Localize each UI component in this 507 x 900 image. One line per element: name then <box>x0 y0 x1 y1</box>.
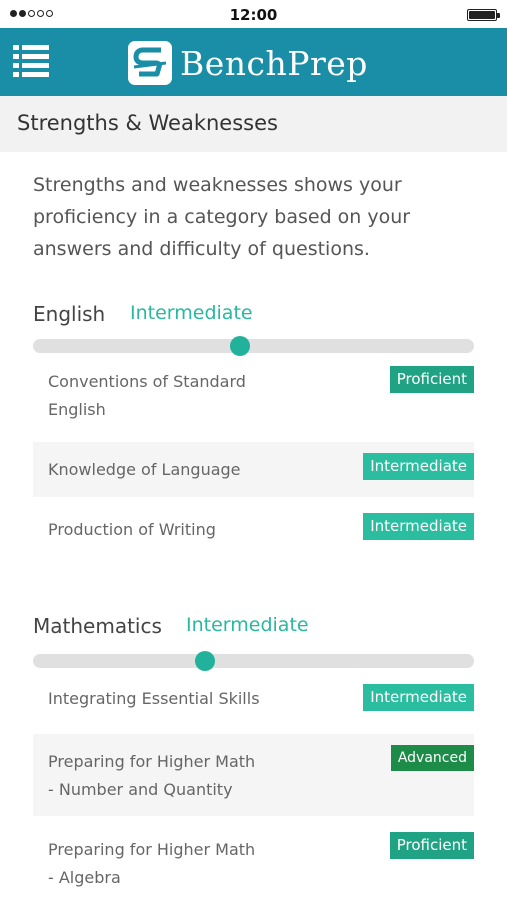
status-badge: Proficient <box>389 832 474 859</box>
app-header: BenchPrep <box>0 28 507 96</box>
benchprep-logo: BenchPrep <box>128 41 368 85</box>
progress-knob <box>194 651 215 671</box>
section-level: Intermediate <box>186 614 309 636</box>
page-title-bar: Strengths & Weaknesses <box>0 96 507 152</box>
item-label: Knowledge of Language <box>48 460 241 479</box>
status-badge: Proficient <box>389 366 474 393</box>
benchprep-logo-icon <box>128 41 172 85</box>
section-title: Mathematics <box>33 614 162 638</box>
list-item[interactable]: Knowledge of Language Intermediate <box>33 442 474 497</box>
status-bar: 12:00 <box>0 0 507 28</box>
item-label: Production of Writing <box>48 520 216 539</box>
progress-track <box>33 651 474 671</box>
progress-track <box>33 336 474 356</box>
intro-text: Strengths and weaknesses shows your prof… <box>33 174 411 260</box>
list-item[interactable]: Preparing for Higher Math - Number and Q… <box>33 734 474 816</box>
status-badge: Intermediate <box>363 684 474 711</box>
status-badge: Advanced <box>390 745 474 771</box>
status-time: 12:00 <box>229 6 278 24</box>
status-badge: Intermediate <box>363 453 474 480</box>
section-level: Intermediate <box>130 302 253 324</box>
list-item[interactable]: Production of Writing Intermediate <box>33 502 474 557</box>
page-title: Strengths & Weaknesses <box>17 111 278 135</box>
item-label: Preparing for Higher Math - Number and Q… <box>48 752 256 799</box>
status-badge: Intermediate <box>363 513 474 540</box>
list-item[interactable]: Integrating Essential Skills Intermediat… <box>33 680 474 732</box>
item-label: Integrating Essential Skills <box>48 689 260 708</box>
menu-list-icon[interactable] <box>13 45 49 77</box>
list-item[interactable]: Preparing for Higher Math - Algebra Prof… <box>33 826 474 898</box>
item-label: Conventions of Standard English <box>48 372 246 419</box>
brand-name: BenchPrep <box>180 43 368 83</box>
battery-icon <box>467 9 500 21</box>
item-label: Preparing for Higher Math - Algebra <box>48 840 256 887</box>
progress-knob <box>230 336 251 356</box>
list-item[interactable]: Conventions of Standard English Proficie… <box>33 366 474 436</box>
section-title: English <box>33 302 106 326</box>
